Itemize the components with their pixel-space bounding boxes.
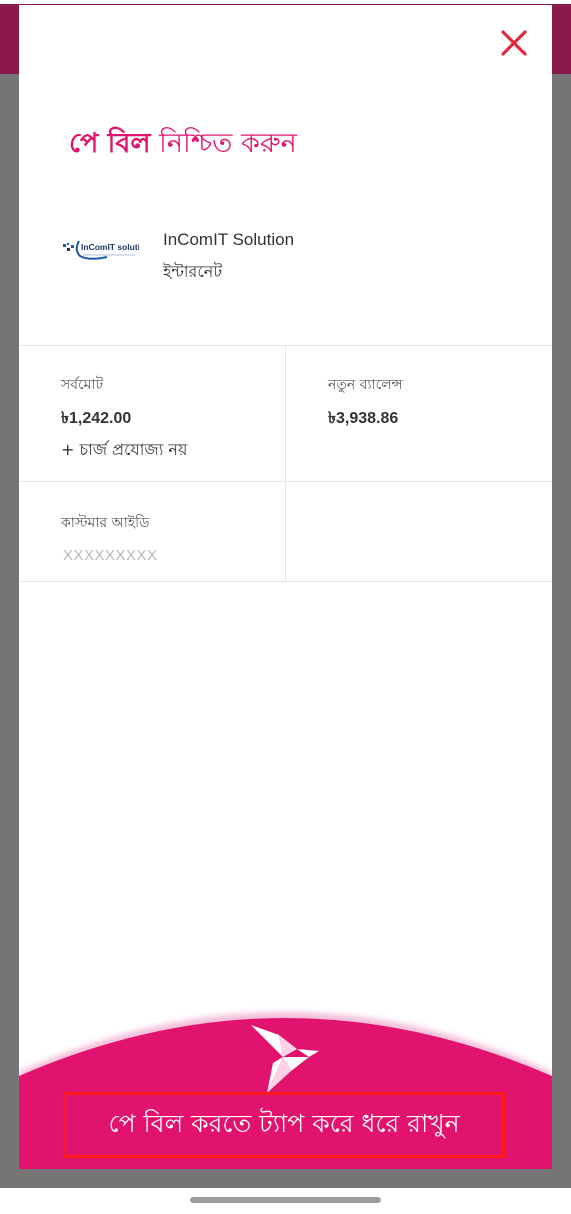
bird-logo-icon: [249, 1023, 323, 1095]
merchant-category: ইন্টারনেট: [163, 262, 223, 281]
merchant-name: InComIT Solution: [163, 230, 295, 249]
confirm-bill-sheet: পে বিল নিশ্চিত করুন InComIT solution InC…: [19, 5, 552, 1169]
new-balance-value: ৳3,938.86: [328, 410, 399, 427]
merchant-logo-text: InComIT solution: [81, 242, 139, 252]
charge-note: + চার্জ প্রযোজ্য নয়: [61, 440, 188, 459]
total-label: সর্বমোট: [61, 377, 104, 393]
close-icon[interactable]: [498, 27, 530, 59]
status-bar-edge: [0, 0, 571, 4]
divider: [19, 481, 552, 482]
pay-bill-hold-button[interactable]: পে বিল করতে ট্যাপ করে ধরে রাখুন: [63, 1092, 505, 1158]
home-indicator[interactable]: [190, 1197, 381, 1203]
divider: [19, 581, 552, 582]
customer-id-label: কাস্টমার আইডি: [61, 515, 150, 531]
page-title-bold: পে বিল: [69, 128, 151, 159]
merchant-logo: InComIT solution: [63, 231, 150, 267]
divider: [285, 345, 286, 581]
customer-id-value: XXXXXXXXX: [63, 547, 158, 564]
total-value: ৳1,242.00: [61, 410, 132, 427]
new-balance-label: নতুন ব্যালেন্স: [328, 377, 403, 393]
pay-bill-hold-label: পে বিল করতে ট্যাপ করে ধরে রাখুন: [108, 1108, 460, 1138]
page-title-rest: নিশ্চিত করুন: [159, 128, 297, 159]
page-title: পে বিল নিশ্চিত করুন: [69, 123, 297, 168]
